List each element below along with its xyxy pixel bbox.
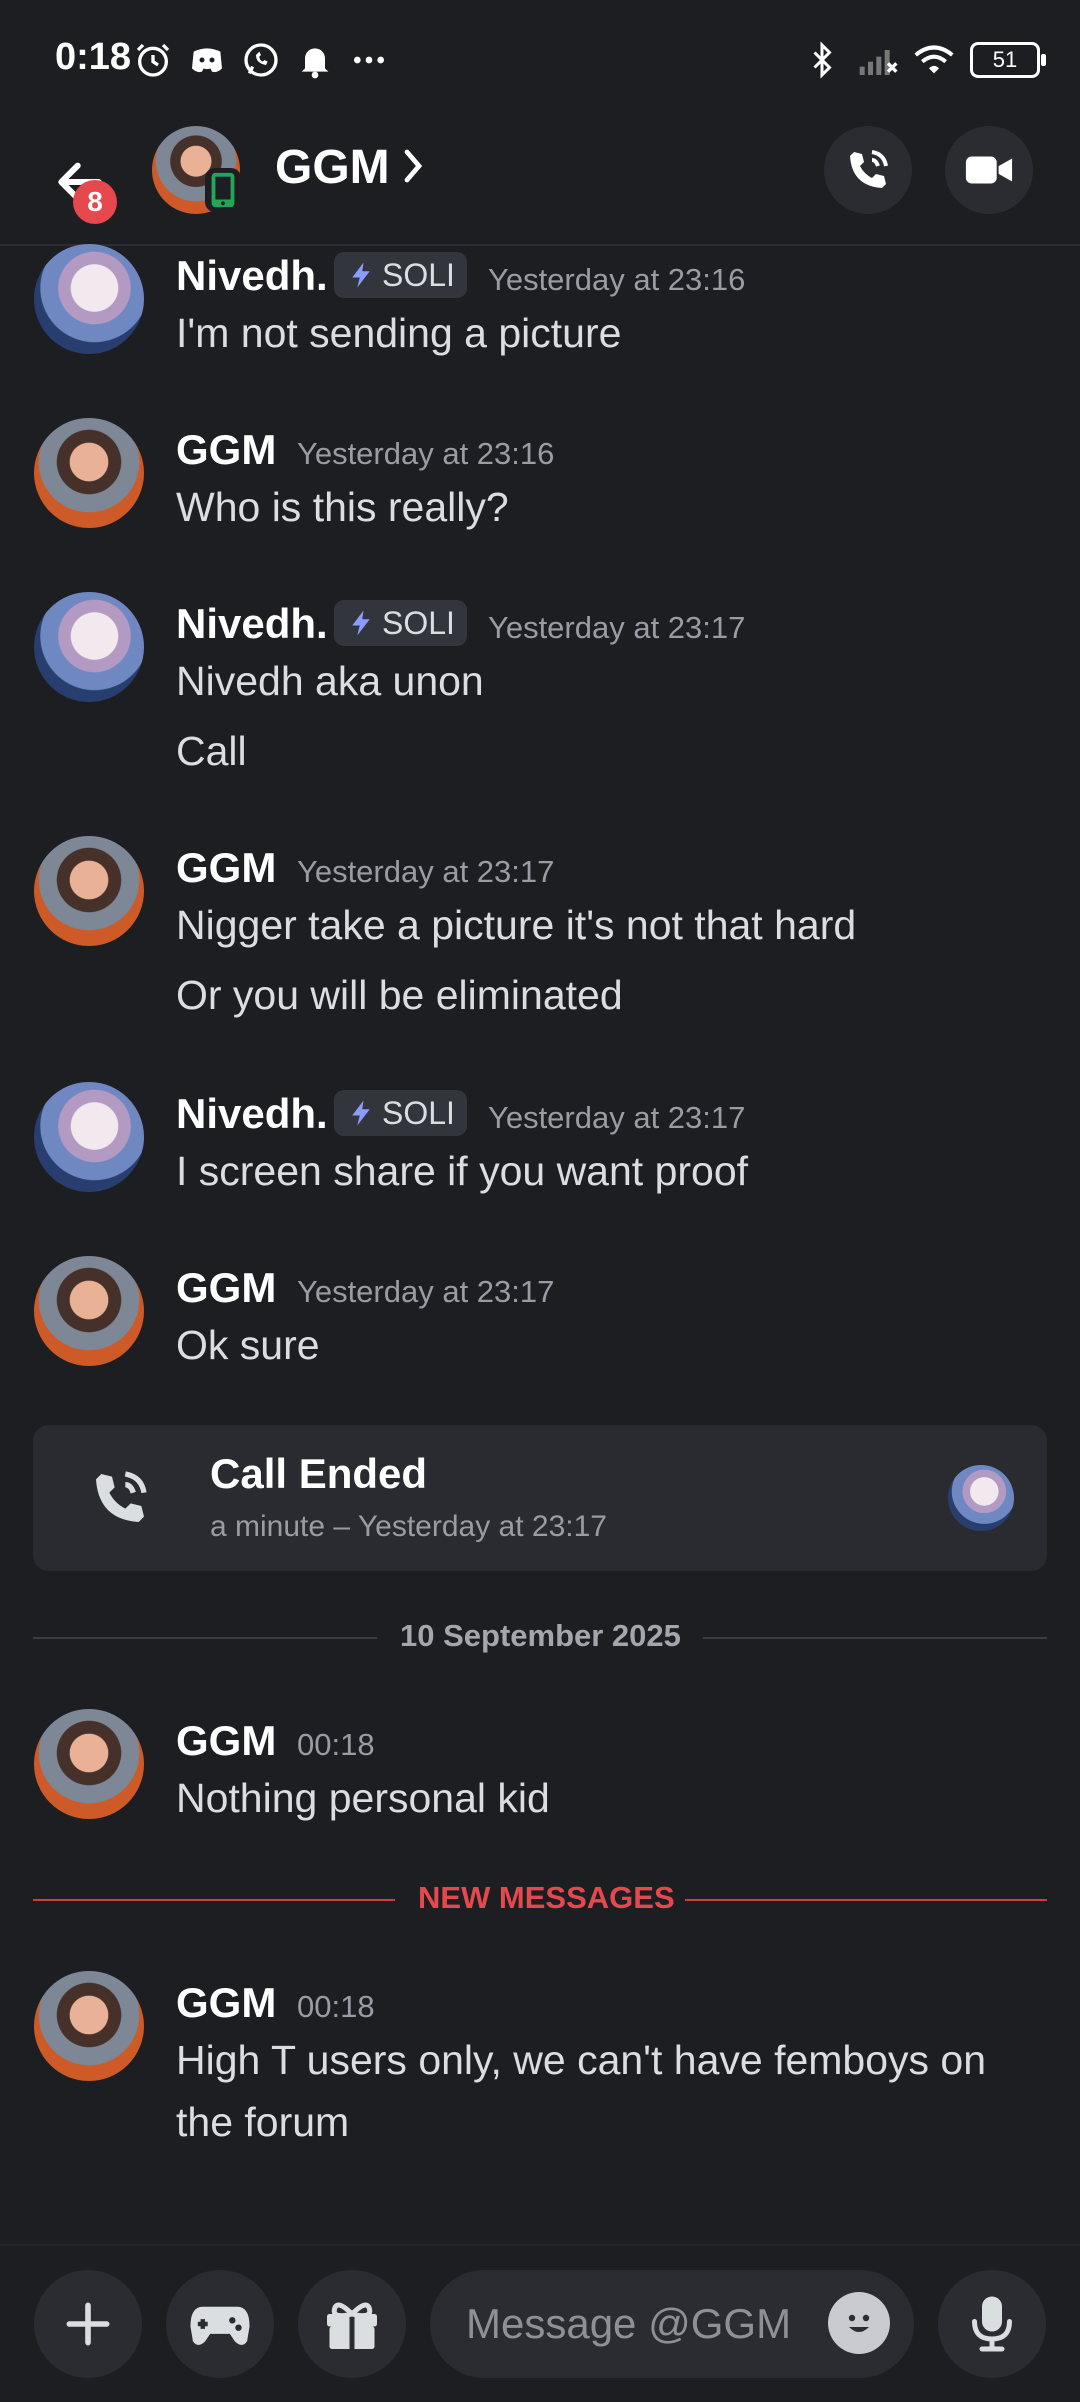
avatar[interactable]: [34, 418, 144, 528]
message-text[interactable]: High T users only, we can't have femboys…: [176, 2037, 986, 2084]
new-messages-line: [33, 1899, 395, 1901]
gift-icon: [327, 2302, 377, 2349]
call-title: Call Ended: [210, 1450, 428, 1497]
message-text[interactable]: Call: [176, 728, 247, 775]
message-text[interactable]: Or you will be eliminated: [176, 972, 623, 1019]
author-name[interactable]: Nivedh.: [176, 252, 328, 300]
gift-button[interactable]: [298, 2270, 406, 2378]
author-name[interactable]: GGM: [176, 426, 276, 474]
alarm-icon: [133, 40, 173, 80]
timestamp: Yesterday at 23:17: [488, 610, 746, 645]
emoji-icon: [848, 2314, 870, 2332]
battery-indicator: 51: [970, 42, 1046, 78]
guild-tag[interactable]: SOLI: [334, 600, 467, 646]
avatar[interactable]: [34, 1709, 144, 1819]
mobile-status-icon: [205, 168, 241, 212]
microphone-icon: [972, 2296, 1012, 2352]
video-call-button[interactable]: [945, 126, 1033, 214]
divider-line: [703, 1637, 1047, 1639]
avatar[interactable]: [34, 1256, 144, 1366]
plus-icon: [66, 2302, 110, 2346]
chevron-right-icon[interactable]: [402, 146, 424, 186]
activities-button[interactable]: [166, 2270, 274, 2378]
guild-tag[interactable]: SOLI: [334, 1090, 467, 1136]
call-phone-icon: [88, 1466, 152, 1530]
status-system-icons: 51: [802, 36, 1046, 84]
author-name[interactable]: GGM: [176, 1264, 276, 1312]
guild-tag-label: SOLI: [382, 1094, 455, 1131]
date-divider: 10 September 2025: [400, 1618, 681, 1653]
add-attachment-button[interactable]: [34, 2270, 142, 2378]
avatar[interactable]: [34, 836, 144, 946]
message-text[interactable]: Nothing personal kid: [176, 1775, 550, 1822]
status-time: 0:18: [55, 36, 132, 78]
lightning-icon: [352, 262, 370, 288]
message-text[interactable]: Nigger take a picture it's not that hard: [176, 902, 856, 949]
lightning-icon: [352, 1100, 370, 1126]
timestamp: Yesterday at 23:16: [297, 436, 555, 471]
avatar[interactable]: [34, 1082, 144, 1192]
divider-line: [33, 1637, 377, 1639]
message-text[interactable]: I'm not sending a picture: [176, 310, 621, 357]
guild-tag-label: SOLI: [382, 256, 455, 293]
message-text[interactable]: Who is this really?: [176, 484, 509, 531]
voice-call-button[interactable]: [824, 126, 912, 214]
voice-message-button[interactable]: [938, 2270, 1046, 2378]
unread-count-badge: 8: [73, 180, 117, 224]
status-bar: 0:18 51: [0, 0, 1080, 120]
timestamp: Yesterday at 23:17: [297, 1274, 555, 1309]
message-text[interactable]: Ok sure: [176, 1322, 320, 1369]
timestamp: Yesterday at 23:16: [488, 262, 746, 297]
guild-tag-label: SOLI: [382, 604, 455, 641]
author-name[interactable]: GGM: [176, 844, 276, 892]
wifi-icon: [914, 40, 954, 80]
new-messages-line: [685, 1899, 1047, 1901]
video-icon: [965, 156, 1013, 184]
timestamp: 00:18: [297, 1727, 375, 1762]
call-participant-avatar[interactable]: [948, 1465, 1014, 1531]
message-text[interactable]: Nivedh aka unon: [176, 658, 484, 705]
guild-tag[interactable]: SOLI: [334, 252, 467, 298]
discord-icon: [187, 40, 227, 80]
avatar[interactable]: [34, 592, 144, 702]
emoji-button[interactable]: [828, 2292, 890, 2354]
message-text[interactable]: the forum: [176, 2099, 349, 2146]
conversation-title[interactable]: GGM: [275, 140, 390, 195]
new-messages-label: NEW MESSAGES: [418, 1880, 675, 1915]
call-ended-card[interactable]: [33, 1425, 1047, 1571]
author-name[interactable]: Nivedh.: [176, 600, 328, 648]
bluetooth-icon: [802, 40, 842, 80]
avatar[interactable]: [34, 244, 144, 354]
timestamp: Yesterday at 23:17: [297, 854, 555, 889]
call-subtitle: a minute – Yesterday at 23:17: [210, 1510, 607, 1543]
lightning-icon: [352, 610, 370, 636]
author-name[interactable]: GGM: [176, 1717, 276, 1765]
author-name[interactable]: GGM: [176, 1979, 276, 2027]
whatsapp-icon: [241, 40, 281, 80]
phone-icon: [850, 150, 888, 188]
message-text[interactable]: I screen share if you want proof: [176, 1148, 748, 1195]
status-notification-icons: [133, 36, 389, 84]
author-name[interactable]: Nivedh.: [176, 1090, 328, 1138]
timestamp: 00:18: [297, 1989, 375, 2024]
avatar[interactable]: [34, 1971, 144, 2081]
signal-icon: [858, 40, 898, 80]
gamepad-icon: [190, 2306, 250, 2345]
more-icon: [349, 40, 389, 80]
bell-icon: [295, 40, 335, 80]
timestamp: Yesterday at 23:17: [488, 1100, 746, 1135]
